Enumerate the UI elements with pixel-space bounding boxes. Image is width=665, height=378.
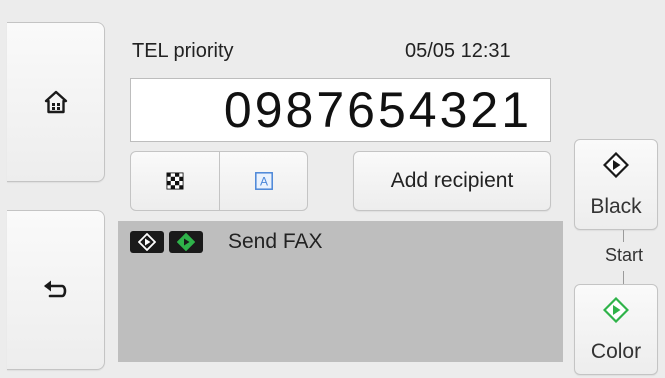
fax-number-field[interactable]: 0987654321 — [130, 78, 551, 142]
color-label: Color — [590, 340, 642, 363]
letter-a-icon: A — [255, 172, 273, 190]
add-recipient-label: Add recipient — [390, 169, 514, 192]
home-icon — [44, 90, 67, 114]
resolution-button[interactable] — [131, 152, 219, 210]
add-recipient-button[interactable]: Add recipient — [353, 151, 551, 211]
start-connector-top — [623, 230, 624, 242]
home-button[interactable] — [7, 22, 105, 182]
back-button[interactable] — [7, 210, 105, 370]
send-fax-label: Send FAX — [228, 230, 323, 253]
checkerboard-icon — [166, 172, 184, 190]
back-arrow-icon — [43, 280, 66, 298]
send-fax-panel: Send FAX — [118, 221, 563, 362]
color-start-icon — [169, 231, 203, 253]
color-start-button[interactable]: Color — [574, 284, 658, 375]
contrast-letter: A — [260, 175, 268, 189]
black-start-icon — [130, 231, 164, 253]
black-label: Black — [590, 195, 642, 218]
start-label: Start — [604, 245, 643, 265]
mode-label: TEL priority — [132, 40, 234, 62]
datetime: 05/05 12:31 — [405, 40, 511, 62]
black-start-button[interactable]: Black — [574, 139, 658, 230]
start-connector-bottom — [623, 271, 624, 284]
contrast-button[interactable]: A — [220, 152, 308, 210]
black-start-diamond-icon — [603, 152, 629, 178]
color-start-diamond-icon — [603, 297, 629, 323]
scan-settings-group: A — [130, 151, 308, 211]
fax-number-value: 0987654321 — [223, 82, 532, 138]
